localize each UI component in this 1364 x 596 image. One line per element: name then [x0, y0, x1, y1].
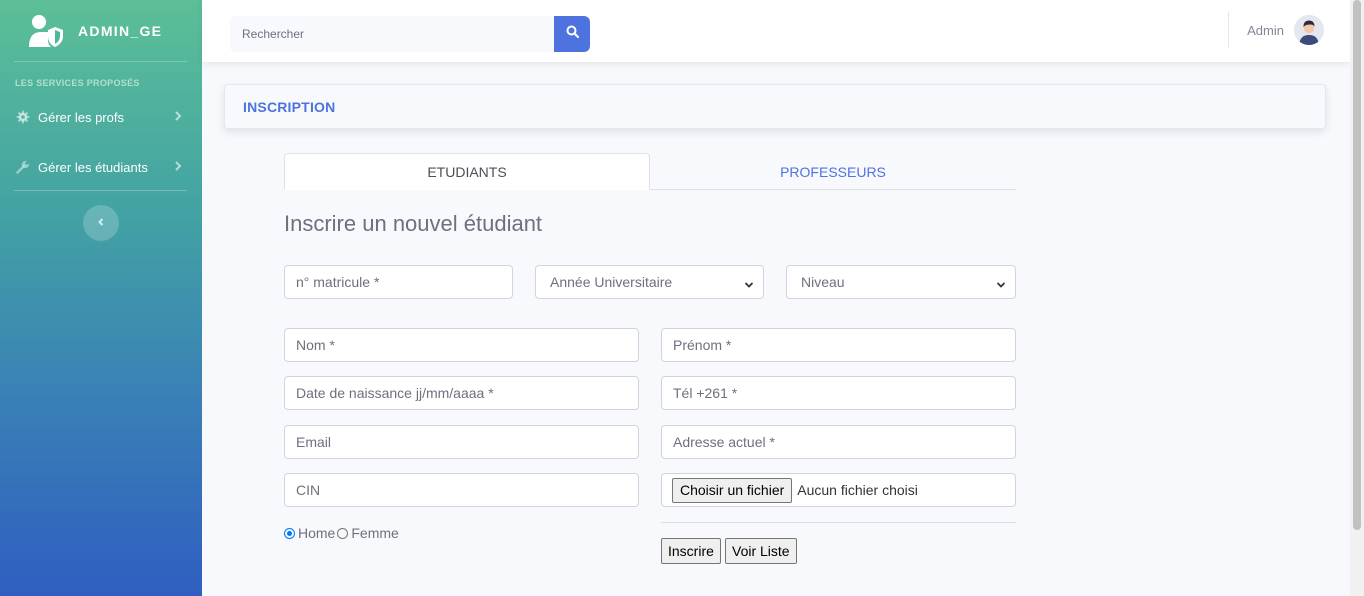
choose-file-button[interactable]: Choisir un fichier: [672, 477, 793, 503]
sidebar-toggle-button[interactable]: [83, 205, 119, 241]
search-button[interactable]: [554, 16, 590, 52]
naissance-input[interactable]: [296, 385, 638, 401]
sidebar-item-label: Gérer les étudiants: [38, 159, 148, 175]
niveau-select-value: Niveau: [801, 274, 845, 290]
prenom-field[interactable]: [661, 328, 1016, 362]
sidebar-brand[interactable]: ADMIN_GE: [0, 0, 202, 62]
matricule-field[interactable]: [284, 265, 513, 299]
scrollbar-thumb[interactable]: [1353, 0, 1361, 530]
sidebar-divider: [14, 190, 187, 191]
niveau-select[interactable]: Niveau: [786, 265, 1016, 299]
sidebar-item-label: Gérer les profs: [38, 109, 124, 125]
cin-field[interactable]: [284, 473, 639, 507]
matricule-input[interactable]: [296, 274, 512, 290]
form-divider: [661, 522, 1016, 523]
search-input[interactable]: [230, 16, 554, 52]
nom-field[interactable]: [284, 328, 639, 362]
sidebar-item-etudiants[interactable]: Gérer les étudiants: [0, 145, 202, 189]
user-shield-icon: [28, 14, 64, 48]
topbar-divider: [1228, 12, 1229, 48]
tab-professeurs[interactable]: PROFESSEURS: [650, 153, 1016, 190]
form-title: Inscrire un nouvel étudiant: [284, 211, 543, 236]
avatar: [1294, 15, 1324, 45]
naissance-field[interactable]: [284, 376, 639, 410]
inscrire-button[interactable]: Inscrire: [661, 538, 721, 564]
user-name: Admin: [1247, 22, 1284, 38]
gender-radio-home[interactable]: [284, 527, 295, 539]
chevron-left-icon: [96, 214, 106, 232]
tab-etudiants[interactable]: ETUDIANTS: [284, 153, 650, 190]
sidebar-divider: [14, 61, 187, 62]
chevron-right-icon: [172, 110, 184, 122]
card-title: INSCRIPTION: [243, 98, 336, 115]
annee-select-value: Année Universitaire: [550, 274, 673, 290]
gender-label-home: Home: [298, 525, 336, 541]
email-field[interactable]: [284, 425, 639, 459]
tel-field[interactable]: [661, 376, 1016, 410]
adresse-field[interactable]: [661, 425, 1016, 459]
file-field: Choisir un fichier Aucun fichier choisi: [661, 473, 1016, 507]
gender-radio-group: Home Femme: [284, 525, 399, 541]
sidebar-item-profs[interactable]: Gérer les profs: [0, 95, 202, 139]
scrollbar[interactable]: [1350, 0, 1364, 596]
email-input[interactable]: [296, 434, 638, 450]
sidebar: ADMIN_GE LES SERVICES PROPOSÉS Gérer les…: [0, 0, 202, 596]
search-bar: [230, 16, 590, 52]
prenom-input[interactable]: [673, 337, 1015, 353]
card-header: INSCRIPTION: [224, 84, 1326, 129]
gender-radio-femme[interactable]: [337, 527, 349, 539]
brand-name: ADMIN_GE: [78, 23, 163, 39]
chevron-down-icon: [744, 277, 754, 288]
annee-select[interactable]: Année Universitaire: [535, 265, 764, 299]
cin-input[interactable]: [296, 482, 638, 498]
chevron-down-icon: [996, 277, 1006, 288]
tel-input[interactable]: [673, 385, 1015, 401]
wrench-icon: [16, 160, 30, 174]
chevron-right-icon: [172, 160, 184, 172]
topbar: Admin: [202, 0, 1350, 62]
nom-input[interactable]: [296, 337, 638, 353]
file-status: Aucun fichier choisi: [797, 482, 918, 498]
search-icon: [566, 25, 579, 43]
gender-label-femme: Femme: [351, 525, 399, 541]
voir-liste-button[interactable]: Voir Liste: [725, 538, 797, 564]
sidebar-heading: LES SERVICES PROPOSÉS: [15, 78, 140, 88]
tab-bar: ETUDIANTS PROFESSEURS: [284, 153, 1016, 190]
gear-icon: [16, 110, 30, 124]
user-menu[interactable]: Admin: [1247, 15, 1324, 45]
adresse-input[interactable]: [673, 434, 1015, 450]
